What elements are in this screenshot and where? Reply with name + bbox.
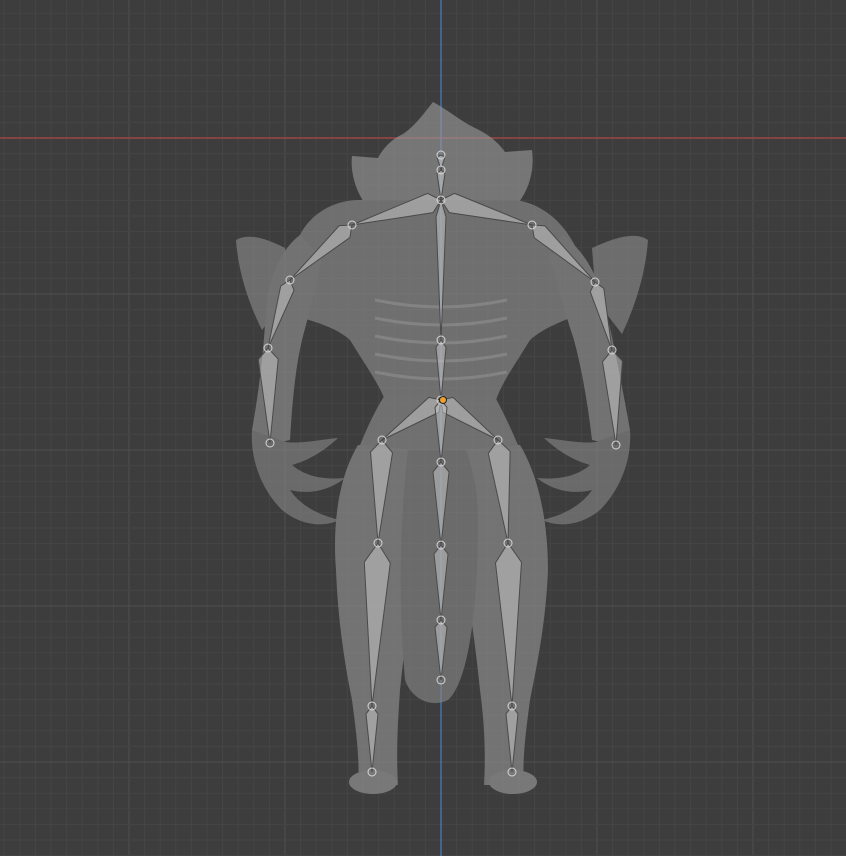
3d-viewport[interactable] (0, 0, 846, 856)
scene-canvas[interactable] (0, 0, 846, 856)
mesh-foot-left (349, 770, 397, 794)
object-origin[interactable] (439, 396, 447, 404)
mesh-foot-right (489, 770, 537, 794)
